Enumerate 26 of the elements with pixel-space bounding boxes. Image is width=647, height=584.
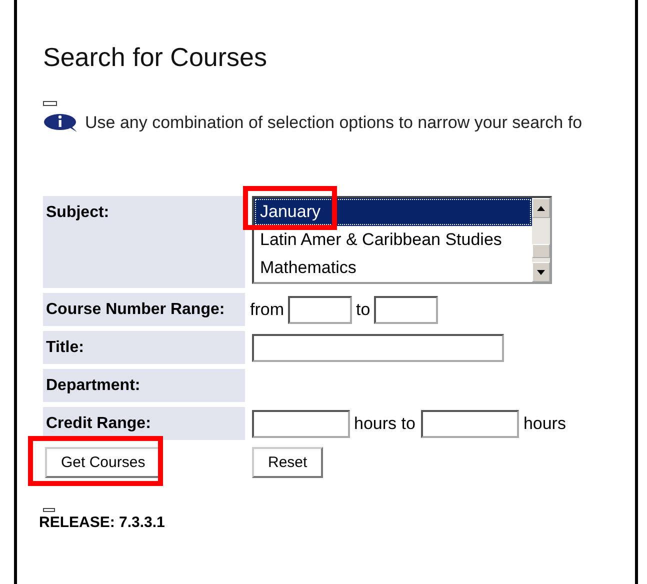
input-field[interactable] (252, 410, 350, 438)
info-text: Use any combination of selection options to narrow your search fo (85, 113, 582, 133)
reset-button[interactable]: Reset (252, 447, 324, 478)
up-arrow-icon[interactable] (537, 206, 545, 210)
field-label: Title: (46, 338, 84, 356)
list-option[interactable]: Latin Amer & Caribbean Studies (254, 226, 532, 254)
subject-listbox[interactable]: January Latin Amer & Caribbean Studies Mathematics (252, 196, 552, 284)
scroll-thumb[interactable] (532, 244, 550, 258)
release-text: RELEASE: 7.3.3.1 (39, 514, 166, 531)
range-label: hours (523, 414, 566, 434)
list-option[interactable]: January (254, 198, 532, 226)
input-field[interactable] (252, 334, 504, 362)
range-label: hours to (354, 414, 416, 434)
field-label: Credit Range: (46, 414, 151, 432)
down-arrow-icon[interactable] (537, 270, 545, 274)
page-title: Search for Courses (43, 42, 268, 73)
field-label: Department: (46, 376, 140, 394)
input-field[interactable] (421, 410, 520, 438)
field-label: Subject: (46, 204, 110, 222)
scrollbar[interactable] (532, 198, 550, 282)
input-field[interactable] (374, 296, 438, 324)
range-label: to (356, 300, 370, 320)
list-option[interactable]: Mathematics (254, 254, 532, 282)
range-label: from (250, 300, 284, 320)
field-label: Course Number Range: (46, 300, 225, 318)
input-field[interactable] (288, 296, 352, 324)
